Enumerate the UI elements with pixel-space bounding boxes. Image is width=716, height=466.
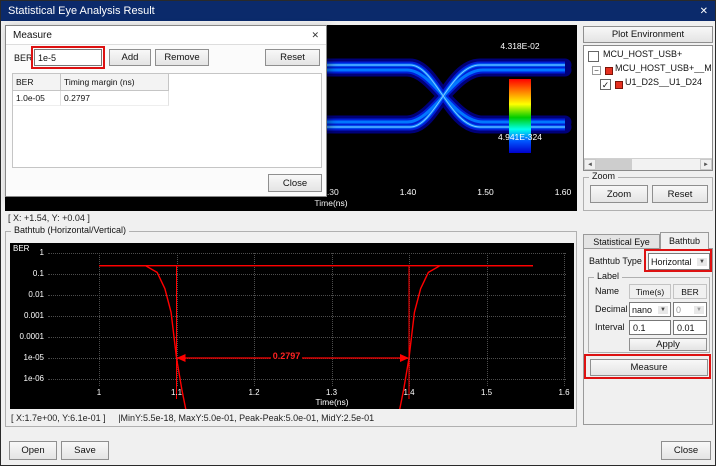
check-icon: ✓: [602, 80, 610, 90]
bathtub-x-tick: 1: [84, 388, 114, 397]
eye-x-axis-label: Time(ns): [301, 198, 361, 208]
bathtub-status-bar: [ X:1.7e+00, Y:6.1e-01 ] |MinY:5.5e-18, …: [11, 413, 384, 423]
bathtub-y-tick: 0.1: [10, 269, 44, 278]
bathtub-x-tick: 1.4: [394, 388, 424, 397]
bathtub-x-tick: 1.3: [317, 388, 347, 397]
bathtub-x-tick: 1.1: [162, 388, 192, 397]
bathtub-type-select[interactable]: Horizontal ▼: [648, 253, 710, 270]
tab-bathtub[interactable]: Bathtub: [660, 232, 709, 249]
zoom-button[interactable]: Zoom: [590, 185, 648, 203]
bathtub-y-tick: 1e-05: [10, 353, 44, 362]
name-label: Name: [595, 286, 619, 296]
tree-item-2[interactable]: MCU_HOST_USB+__MCU_HO: [615, 63, 711, 73]
ber-input[interactable]: [34, 49, 102, 66]
bathtub-cursor-status: [ X:1.7e+00, Y:6.1e-01 ]: [11, 413, 106, 423]
decimal-time-select[interactable]: nano ▼: [629, 302, 671, 317]
interval-label: Interval: [595, 322, 625, 332]
bathtub-y-tick: 0.001: [10, 311, 44, 320]
tree-item-1[interactable]: MCU_HOST_USB+: [603, 49, 682, 59]
eye-x-tick: 1.50: [469, 187, 503, 197]
plot-environment-button[interactable]: Plot Environment: [583, 26, 713, 43]
apply-button[interactable]: Apply: [629, 338, 707, 351]
colorbar-min-label: 4.941E-324: [468, 132, 572, 142]
zoom-group-title: Zoom: [589, 171, 618, 181]
net-color-icon-2: [615, 81, 623, 89]
interval-time-input[interactable]: [629, 320, 671, 335]
eye-x-tick: 1.60: [546, 187, 577, 197]
bathtub-tab-page: Bathtub Type Horizontal ▼ Label Name Tim…: [583, 248, 713, 425]
bathtub-group: Bathtub (Horizontal/Vertical) BER 0.2797…: [5, 231, 577, 427]
zoom-group: Zoom Zoom Reset: [583, 177, 713, 211]
bathtub-plot[interactable]: BER 0.2797 Time(ns) 10.10.010.0010.00011…: [10, 243, 574, 409]
scroll-right-icon[interactable]: ►: [700, 159, 712, 170]
dropdown-icon: ▼: [697, 258, 707, 266]
colorbar-max-label: 4.318E-02: [468, 41, 572, 51]
remove-button[interactable]: Remove: [155, 49, 209, 66]
reset-button[interactable]: Reset: [265, 49, 320, 66]
eye-x-tick: 1.40: [391, 187, 425, 197]
dropdown-icon: ▼: [694, 306, 704, 314]
ber-label: BER: [14, 53, 33, 63]
tree-item-3[interactable]: U1_D2S__U1_D24: [625, 77, 702, 87]
bathtub-y-tick: 0.01: [10, 290, 44, 299]
bathtub-x-tick: 1.2: [239, 388, 269, 397]
ber-column-header[interactable]: BER: [13, 74, 61, 91]
label-group-title: Label: [594, 271, 622, 281]
window-title: Statistical Eye Analysis Result: [8, 5, 155, 17]
reset-zoom-button[interactable]: Reset: [652, 185, 708, 203]
add-button[interactable]: Add: [109, 49, 151, 66]
bathtub-type-value: Horizontal: [651, 257, 692, 267]
measure-dialog: Measure ✕ BER Add Remove Reset BER Timin…: [5, 25, 327, 197]
decimal-label: Decimal: [595, 304, 628, 314]
ber-column-header: BER: [673, 284, 707, 299]
tree-checkbox-3[interactable]: ✓: [600, 79, 611, 90]
decimal-time-value: nano: [632, 305, 652, 315]
interval-ber-input[interactable]: [673, 320, 707, 335]
timing-margin-annotation: 0.2797: [271, 351, 303, 361]
time-column-header: Time(s): [629, 284, 671, 299]
scroll-left-icon[interactable]: ◄: [584, 159, 596, 170]
bathtub-type-label: Bathtub Type: [589, 256, 642, 266]
tree-horizontal-scrollbar[interactable]: ◄ ►: [584, 158, 712, 170]
net-color-icon-1: [605, 67, 613, 75]
bathtub-x-tick: 1.5: [472, 388, 502, 397]
close-button[interactable]: Close: [661, 441, 711, 460]
measure-dialog-close-icon[interactable]: ✕: [311, 30, 319, 41]
open-button[interactable]: Open: [9, 441, 57, 460]
measure-dialog-titlebar: Measure ✕: [6, 26, 326, 45]
tree-checkbox-1[interactable]: [588, 51, 599, 62]
tab-statistical-eye[interactable]: Statistical Eye: [583, 234, 660, 248]
dialog-close-button[interactable]: Close: [268, 174, 322, 192]
bathtub-x-axis-label: Time(ns): [302, 397, 362, 407]
scroll-thumb[interactable]: [596, 159, 632, 170]
bathtub-group-title: Bathtub (Horizontal/Vertical): [11, 225, 129, 235]
statistical-eye-analysis-window: Statistical Eye Analysis Result ✕: [0, 0, 716, 466]
eye-cursor-status: [ X: +1.54, Y: +0.04 ]: [8, 213, 90, 223]
bathtub-y-tick: 1e-06: [10, 374, 44, 383]
dropdown-icon: ▼: [658, 306, 668, 314]
window-close-icon[interactable]: ✕: [700, 6, 708, 17]
bathtub-y-tick: 0.0001: [10, 332, 44, 341]
decimal-ber-select[interactable]: 0 ▼: [673, 302, 707, 317]
save-button[interactable]: Save: [61, 441, 109, 460]
ber-cell[interactable]: 1.0e-05: [13, 91, 61, 106]
measure-table: BER Timing margin (ns) 1.0e-05 0.2797: [12, 73, 322, 168]
bathtub-curves: [10, 243, 574, 409]
measure-button[interactable]: Measure: [590, 359, 708, 376]
timing-margin-cell[interactable]: 0.2797: [61, 91, 169, 106]
tree-collapse-icon[interactable]: −: [592, 66, 601, 75]
bathtub-x-tick: 1.6: [549, 388, 574, 397]
measure-dialog-title: Measure: [13, 30, 52, 41]
decimal-ber-value: 0: [676, 305, 681, 315]
timing-margin-column-header[interactable]: Timing margin (ns): [61, 74, 169, 91]
window-titlebar: Statistical Eye Analysis Result ✕: [1, 1, 715, 21]
bathtub-stats: |MinY:5.5e-18, MaxY:5.0e-01, Peak-Peak:5…: [118, 413, 374, 423]
net-tree[interactable]: MCU_HOST_USB+ − MCU_HOST_USB+__MCU_HO ✓ …: [583, 45, 713, 171]
bathtub-y-tick: 1: [10, 248, 44, 257]
label-group: Label Name Time(s) BER Decimal nano ▼ 0 …: [588, 277, 710, 353]
